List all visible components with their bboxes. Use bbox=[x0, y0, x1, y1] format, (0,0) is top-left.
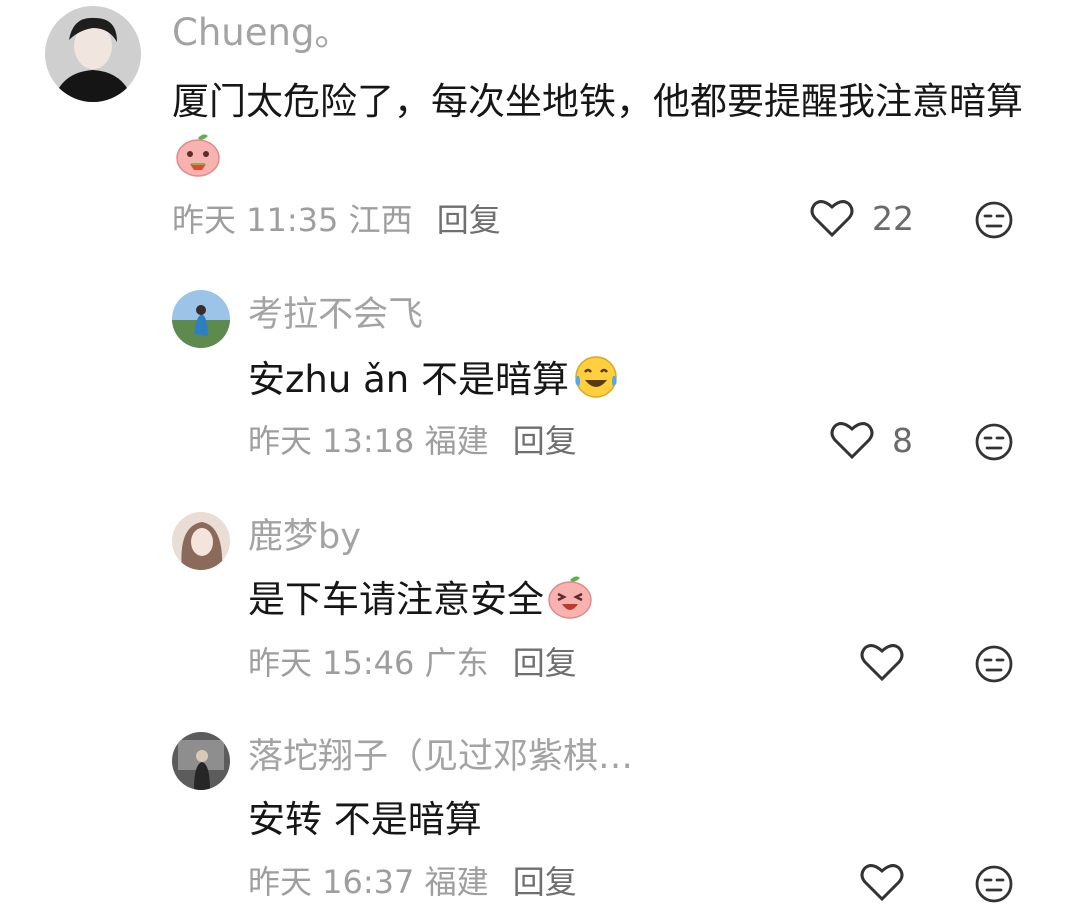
meh-face-icon[interactable] bbox=[974, 422, 1014, 462]
comment-location: 福建 bbox=[424, 422, 489, 460]
like-count: 22 bbox=[872, 198, 914, 238]
comment-text-content: 是下车请注意安全 bbox=[248, 578, 544, 621]
username[interactable]: Chueng。 bbox=[172, 14, 351, 51]
heart-outline-icon bbox=[810, 200, 854, 238]
like-button[interactable] bbox=[860, 642, 904, 682]
comment-location: 江西 bbox=[348, 201, 413, 239]
reply-item: 考拉不会飞 安zhu ǎn 不是暗算 昨天 13:18 福建 回复 8 bbox=[0, 280, 1080, 480]
like-count: 8 bbox=[892, 420, 913, 460]
comment-time: 昨天 13:18 bbox=[248, 422, 415, 460]
like-button[interactable] bbox=[860, 862, 904, 902]
username[interactable]: 落坨翔子（见过邓紫棋… bbox=[248, 740, 633, 775]
like-button[interactable]: 22 bbox=[810, 198, 914, 238]
comment-meta: 昨天 16:37 福建 回复 bbox=[248, 866, 577, 898]
heart-outline-icon bbox=[860, 644, 904, 682]
comment-text-content: 厦门太危险了，每次坐地铁，他都要提醒我注意暗算 bbox=[172, 80, 1023, 123]
reply-item: 鹿梦by 是下车请注意安全 昨天 15:46 广东 回复 bbox=[0, 502, 1080, 702]
avatar[interactable] bbox=[172, 732, 230, 790]
comment-text: 安zhu ǎn 不是暗算 bbox=[248, 352, 1008, 408]
meh-face-icon[interactable] bbox=[974, 644, 1014, 684]
username[interactable]: 考拉不会飞 bbox=[248, 298, 423, 333]
comment-meta: 昨天 15:46 广东 回复 bbox=[248, 647, 577, 679]
laughing-tears-emoji bbox=[575, 356, 617, 398]
peach-eating-emoji bbox=[176, 134, 220, 177]
comment-text-content: 安zhu ǎn 不是暗算 bbox=[248, 358, 569, 401]
reply-item: 落坨翔子（见过邓紫棋… 安转 不是暗算 昨天 16:37 福建 回复 bbox=[0, 722, 1080, 920]
like-button[interactable]: 8 bbox=[830, 420, 913, 460]
reply-button[interactable]: 回复 bbox=[513, 644, 577, 682]
heart-outline-icon bbox=[830, 422, 874, 460]
comment-meta: 昨天 13:18 福建 回复 bbox=[248, 425, 577, 457]
reply-button[interactable]: 回复 bbox=[513, 863, 577, 901]
comment-text: 厦门太危险了，每次坐地铁，他都要提醒我注意暗算 bbox=[172, 74, 1032, 186]
comment-meta: 昨天 11:35 江西 回复 bbox=[172, 204, 501, 236]
comment-text: 安转 不是暗算 bbox=[248, 792, 1008, 848]
avatar[interactable] bbox=[45, 6, 141, 102]
comment-item: Chueng。 厦门太危险了，每次坐地铁，他都要提醒我注意暗算 昨天 11:35… bbox=[0, 0, 1080, 250]
reply-button[interactable]: 回复 bbox=[513, 422, 577, 460]
peach-laughing-emoji bbox=[548, 576, 592, 619]
comment-text: 是下车请注意安全 bbox=[248, 572, 1008, 628]
meh-face-icon[interactable] bbox=[974, 864, 1014, 904]
heart-outline-icon bbox=[860, 864, 904, 902]
avatar[interactable] bbox=[172, 290, 230, 348]
reply-button[interactable]: 回复 bbox=[437, 201, 501, 239]
comment-location: 福建 bbox=[424, 863, 489, 901]
meh-face-icon[interactable] bbox=[974, 200, 1014, 240]
comment-location: 广东 bbox=[424, 644, 489, 682]
username[interactable]: 鹿梦by bbox=[248, 520, 361, 555]
comment-text-content: 安转 不是暗算 bbox=[248, 798, 482, 841]
comment-time: 昨天 15:46 bbox=[248, 644, 415, 682]
avatar[interactable] bbox=[172, 512, 230, 570]
comment-time: 昨天 11:35 bbox=[172, 201, 339, 239]
comment-time: 昨天 16:37 bbox=[248, 863, 415, 901]
